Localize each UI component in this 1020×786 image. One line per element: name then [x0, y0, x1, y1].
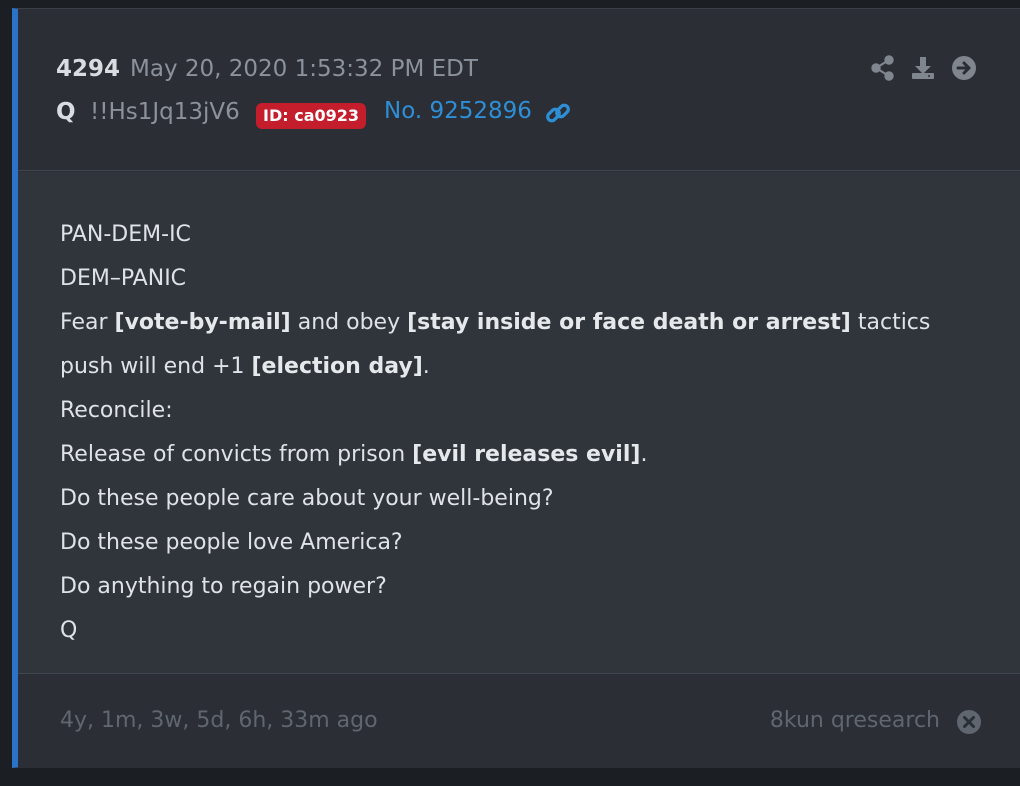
body-line: Do these people care about your well-bei…: [60, 486, 554, 511]
relative-time: 4y, 1m, 3w, 5d, 6h, 33m ago: [60, 708, 378, 733]
board-name[interactable]: 8kun qresearch: [770, 708, 940, 733]
body-line: Release of convicts from prison [evil re…: [60, 442, 647, 467]
text-span: tactics: [850, 310, 931, 335]
body-line: Do these people love America?: [60, 530, 403, 555]
text-span: Fear: [60, 310, 115, 335]
bold-text: [evil releases evil]: [412, 442, 641, 467]
text-span: push will end +1: [60, 354, 252, 379]
body-line: Reconcile:: [60, 398, 173, 423]
post-number: 4294: [56, 56, 121, 82]
text-span: .: [422, 354, 430, 379]
close-circle-icon[interactable]: [956, 709, 982, 735]
post-footer: 4y, 1m, 3w, 5d, 6h, 33m ago 8kun qresear…: [18, 675, 1020, 768]
post-card: 4294 May 20, 2020 1:53:32 PM EDT Q !!Hs1…: [12, 8, 1020, 768]
body-line: PAN-DEM-IC: [60, 222, 191, 247]
author-name: Q: [56, 99, 76, 125]
post-date: May 20, 2020 1:53:32 PM EDT: [130, 56, 478, 82]
post-header: 4294 May 20, 2020 1:53:32 PM EDT Q !!Hs1…: [18, 9, 1020, 171]
body-line: Fear [vote-by-mail] and obey [stay insid…: [60, 310, 930, 335]
id-badge: ID: ca0923: [256, 103, 367, 129]
share-icon[interactable]: [870, 55, 896, 81]
text-span: .: [640, 442, 648, 467]
post-body: PAN-DEM-IC DEM–PANIC Fear [vote-by-mail]…: [18, 172, 1020, 674]
body-line: Q: [60, 618, 78, 643]
text-span: Release of convicts from prison: [60, 442, 413, 467]
bold-text: [stay inside or face death or arrest]: [407, 310, 851, 335]
post-number-link[interactable]: No. 9252896: [384, 98, 532, 124]
bold-text: [election day]: [251, 354, 423, 379]
arrow-right-circle-icon[interactable]: [951, 55, 977, 81]
bold-text: [vote-by-mail]: [114, 310, 291, 335]
body-line: push will end +1 [election day].: [60, 354, 430, 379]
link-icon[interactable]: [544, 99, 572, 127]
body-line: Do anything to regain power?: [60, 574, 387, 599]
download-icon[interactable]: [910, 55, 936, 81]
body-line: DEM–PANIC: [60, 266, 187, 291]
text-span: and obey: [290, 310, 408, 335]
tripcode: !!Hs1Jq13jV6: [90, 99, 240, 125]
